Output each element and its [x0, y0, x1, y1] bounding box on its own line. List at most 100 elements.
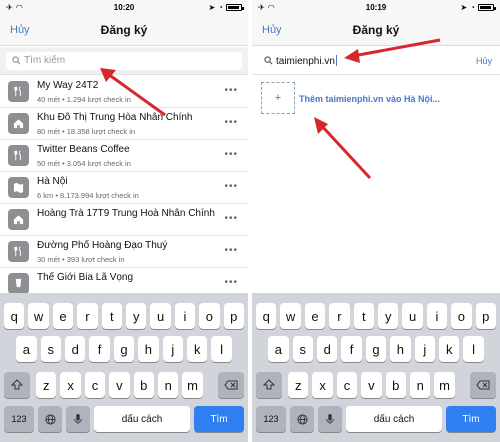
- backspace-key[interactable]: [218, 372, 244, 398]
- key-h[interactable]: h: [138, 336, 159, 362]
- key-e[interactable]: e: [52, 303, 74, 329]
- globe-key[interactable]: [38, 406, 62, 432]
- key-y[interactable]: y: [126, 303, 147, 329]
- key-r[interactable]: r: [77, 303, 98, 329]
- key-z[interactable]: z: [36, 372, 57, 398]
- key-i[interactable]: i: [174, 303, 196, 329]
- key-p[interactable]: p: [223, 303, 244, 329]
- search-input[interactable]: taimienphi.vn: [258, 52, 460, 70]
- key-k[interactable]: k: [187, 336, 208, 362]
- keyboard-row: 123 dấu cách Tìm: [252, 406, 500, 432]
- key-z[interactable]: z: [288, 372, 309, 398]
- microphone-key[interactable]: [318, 406, 342, 432]
- place-list: My Way 24T2 40 mét • 1.294 lượt check in •…: [0, 76, 248, 300]
- space-key[interactable]: dấu cách: [94, 406, 190, 432]
- search-text: taimienphi.vn: [276, 56, 335, 67]
- key-d[interactable]: d: [317, 336, 338, 362]
- key-n[interactable]: n: [158, 372, 179, 398]
- key-e[interactable]: e: [304, 303, 326, 329]
- globe-key[interactable]: [290, 406, 314, 432]
- key-g[interactable]: g: [365, 336, 387, 362]
- keyboard-row: qwertyuiop: [252, 303, 500, 329]
- key-a[interactable]: a: [16, 336, 37, 362]
- numbers-key[interactable]: 123: [256, 406, 286, 432]
- place-title: Thế Giới Bia Lã Vọng: [37, 272, 134, 283]
- key-q[interactable]: q: [256, 303, 277, 329]
- shift-key[interactable]: [4, 372, 30, 398]
- place-subtitle: 30 mét • 393 lượt check in: [37, 255, 125, 264]
- key-f[interactable]: f: [89, 336, 110, 362]
- glass-icon: [8, 273, 29, 294]
- key-r[interactable]: r: [329, 303, 350, 329]
- more-options-icon[interactable]: •••: [224, 213, 238, 224]
- add-place-row[interactable]: + Thêm taimienphi.vn vào Hà Nội...: [252, 80, 500, 120]
- fork-knife-icon: [8, 81, 29, 102]
- key-o[interactable]: o: [199, 303, 220, 329]
- key-d[interactable]: d: [65, 336, 86, 362]
- key-j[interactable]: j: [414, 336, 435, 362]
- list-item[interactable]: Twitter Beans Coffee 50 mét • 3.054 lượt …: [0, 140, 248, 172]
- more-options-icon[interactable]: •••: [224, 117, 238, 128]
- key-o[interactable]: o: [451, 303, 472, 329]
- key-t[interactable]: t: [353, 303, 374, 329]
- key-v[interactable]: v: [361, 372, 382, 398]
- key-t[interactable]: t: [101, 303, 122, 329]
- place-title: Hà Nội: [37, 176, 68, 187]
- key-n[interactable]: n: [410, 372, 431, 398]
- key-x[interactable]: x: [60, 372, 81, 398]
- search-input[interactable]: Tìm kiếm: [6, 52, 242, 70]
- key-x[interactable]: x: [312, 372, 333, 398]
- key-b[interactable]: b: [133, 372, 154, 398]
- key-b[interactable]: b: [385, 372, 406, 398]
- shift-key[interactable]: [256, 372, 282, 398]
- key-p[interactable]: p: [475, 303, 496, 329]
- more-options-icon[interactable]: •••: [224, 85, 238, 96]
- key-l[interactable]: l: [463, 336, 484, 362]
- list-item[interactable]: Hà Nội 6 km • 8.173.994 lượt check in •••: [0, 172, 248, 204]
- add-place-box[interactable]: +: [261, 82, 295, 114]
- backspace-key[interactable]: [470, 372, 496, 398]
- key-y[interactable]: y: [378, 303, 399, 329]
- place-subtitle: 50 mét • 3.054 lượt check in: [37, 159, 131, 168]
- key-u[interactable]: u: [150, 303, 171, 329]
- microphone-key[interactable]: [66, 406, 90, 432]
- key-m[interactable]: m: [434, 372, 455, 398]
- key-w[interactable]: w: [280, 303, 301, 329]
- search-bar: Tìm kiếm: [0, 47, 248, 75]
- list-item[interactable]: My Way 24T2 40 mét • 1.294 lượt check in •…: [0, 76, 248, 108]
- key-s[interactable]: s: [40, 336, 61, 362]
- more-options-icon[interactable]: •••: [224, 277, 238, 288]
- key-c[interactable]: c: [84, 372, 106, 398]
- more-options-icon[interactable]: •••: [224, 149, 238, 160]
- key-h[interactable]: h: [390, 336, 411, 362]
- list-item[interactable]: Khu Đô Thị Trung Hòa Nhân Chính 80 mét • …: [0, 108, 248, 140]
- space-key[interactable]: dấu cách: [346, 406, 442, 432]
- key-v[interactable]: v: [109, 372, 130, 398]
- search-cancel-button[interactable]: Hủy: [476, 56, 492, 66]
- search-done-key[interactable]: Tìm: [446, 406, 496, 432]
- keyboard: q w e r t y u i o p a s d f g h j k l z x c v b n m 123 dấu cách Tìm: [0, 293, 248, 442]
- keyboard-row: zxcvbnm: [0, 372, 248, 398]
- key-a[interactable]: a: [268, 336, 289, 362]
- list-item[interactable]: Đường Phố Hoàng Đạo Thuý 30 mét • 393 lượ…: [0, 236, 248, 268]
- key-f[interactable]: f: [341, 336, 362, 362]
- key-q[interactable]: q: [4, 303, 25, 329]
- key-u[interactable]: u: [402, 303, 423, 329]
- key-m[interactable]: m: [182, 372, 203, 398]
- key-l[interactable]: l: [211, 336, 232, 362]
- more-options-icon[interactable]: •••: [224, 245, 238, 256]
- key-c[interactable]: c: [336, 372, 358, 398]
- key-g[interactable]: g: [113, 336, 135, 362]
- numbers-key[interactable]: 123: [4, 406, 34, 432]
- key-s[interactable]: s: [292, 336, 313, 362]
- key-j[interactable]: j: [162, 336, 183, 362]
- status-bar: ✈ ◠ 10:20 ➤ ◔: [0, 0, 248, 16]
- more-options-icon[interactable]: •••: [224, 181, 238, 192]
- key-i[interactable]: i: [426, 303, 448, 329]
- list-item[interactable]: Hoàng Trà 17T9 Trung Hoà Nhân Chính •••: [0, 204, 248, 236]
- keyboard: q w e r t y u i o p a s d f g h j k l z x c v b n m 123 dấu cách Tìm: [252, 293, 500, 442]
- key-k[interactable]: k: [439, 336, 460, 362]
- place-title: Khu Đô Thị Trung Hòa Nhân Chính: [37, 112, 193, 123]
- search-done-key[interactable]: Tìm: [194, 406, 244, 432]
- key-w[interactable]: w: [28, 303, 49, 329]
